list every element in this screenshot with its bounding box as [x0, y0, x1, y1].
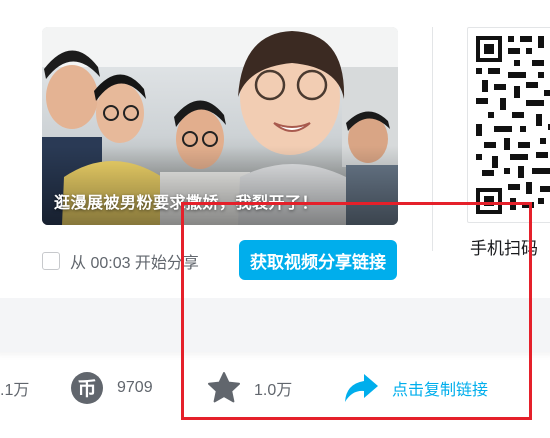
qr-scan-label: 手机扫码 [470, 239, 538, 258]
page: 逛漫展被男粉要求撒娇，我裂开了！ 从 00:03 开始分享 获取视频分享链接 手… [0, 0, 550, 438]
coin-count: 9709 [117, 379, 153, 396]
share-panel: 逛漫展被男粉要求撒娇，我裂开了！ 从 00:03 开始分享 获取视频分享链接 手… [0, 0, 550, 352]
coin-action[interactable]: 币 9709 [70, 366, 153, 410]
coin-icon: 币 [70, 371, 104, 405]
like-action[interactable]: .1万 [0, 366, 29, 410]
favorite-count: 1.0万 [254, 382, 293, 399]
star-icon [207, 371, 241, 405]
favorite-action[interactable]: 1.0万 [207, 366, 292, 410]
start-time-label: 从 00:03 开始分享 [70, 255, 199, 272]
start-time-row[interactable]: 从 00:03 开始分享 [42, 250, 199, 272]
video-title: 逛漫展被男粉要求撒娇，我裂开了！ [54, 195, 319, 212]
start-time-checkbox[interactable] [42, 252, 60, 270]
svg-text:币: 币 [77, 378, 96, 400]
share-arrow-icon [342, 371, 380, 405]
divider [432, 27, 433, 251]
qr-code-image [474, 34, 550, 218]
copy-link-label: 点击复制链接 [392, 382, 489, 399]
qr-code [467, 27, 550, 223]
share-panel-footer [0, 298, 550, 352]
copy-link-action[interactable]: 点击复制链接 [342, 366, 488, 410]
video-thumbnail[interactable]: 逛漫展被男粉要求撒娇，我裂开了！ [42, 27, 398, 225]
like-count: .1万 [0, 382, 30, 399]
get-share-link-button[interactable]: 获取视频分享链接 [239, 240, 397, 280]
action-bar: .1万 币 9709 1.0万 点击复制链接 [0, 366, 550, 410]
